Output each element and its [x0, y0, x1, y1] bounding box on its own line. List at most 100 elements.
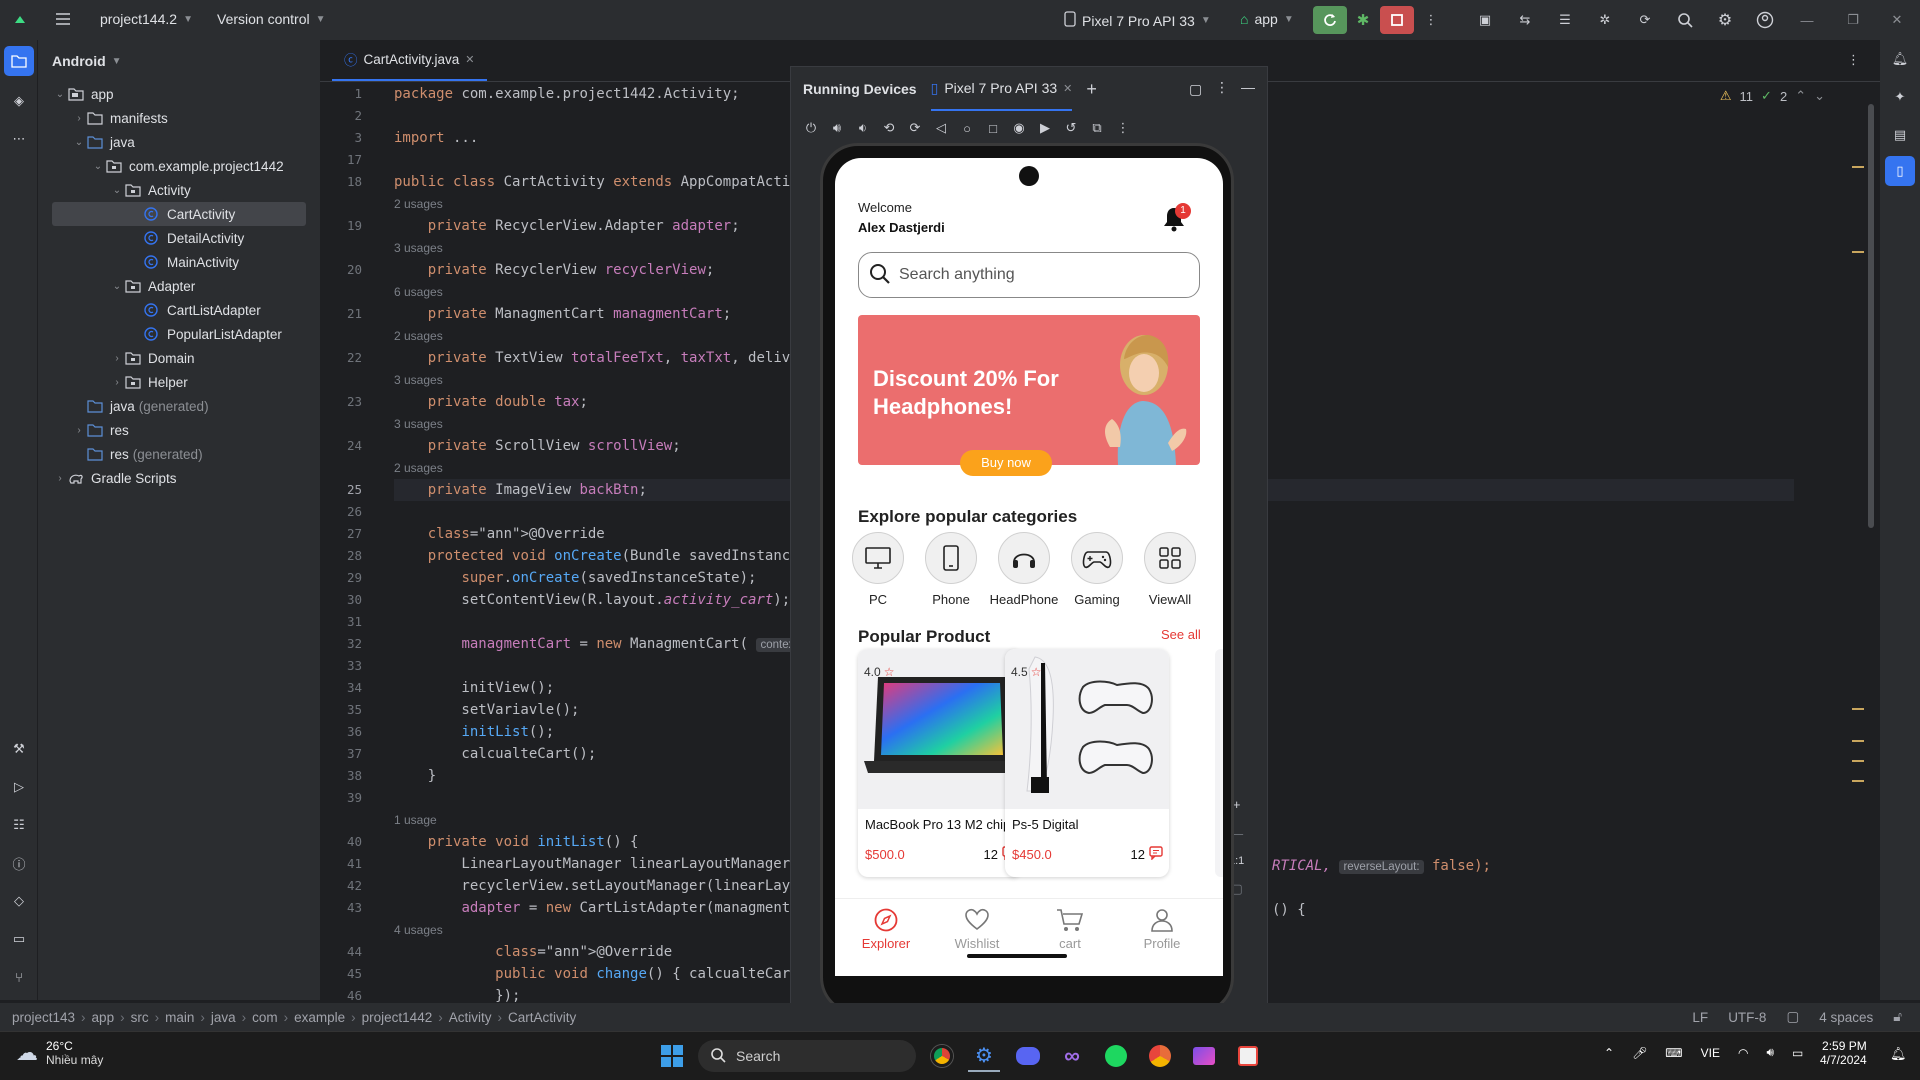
wifi-icon[interactable]: ◠ — [1738, 1046, 1748, 1060]
close-tab-icon[interactable]: ✕ — [465, 53, 474, 66]
indent-widget[interactable]: 4 spaces — [1819, 1010, 1873, 1025]
tree-item[interactable]: CartListAdapter — [38, 298, 320, 322]
media-app[interactable] — [1188, 1040, 1220, 1072]
chevron-down-icon[interactable]: ⌄ — [109, 281, 125, 292]
nav-wishlist[interactable]: Wishlist — [942, 907, 1012, 951]
more-vertical-icon[interactable]: ⋮ — [1115, 120, 1131, 136]
sync-button[interactable]: ⟳ — [1628, 6, 1662, 34]
visual-studio-app[interactable]: ∞ — [1056, 1040, 1088, 1072]
account-button[interactable] — [1748, 6, 1782, 34]
tree-item[interactable]: PopularListAdapter — [38, 322, 320, 346]
logcat-tool-button[interactable]: ☷ — [0, 806, 38, 844]
breadcrumb-item[interactable]: project143 — [12, 1010, 75, 1025]
category-gaming[interactable]: Gaming — [1061, 532, 1133, 607]
tree-item[interactable]: DetailActivity — [38, 226, 320, 250]
services-tool-button[interactable]: ◇ — [0, 882, 38, 920]
tree-item[interactable]: › Gradle Scripts — [38, 466, 320, 490]
chevron-up-icon[interactable]: ⌃ — [1795, 88, 1806, 104]
volume-down-icon[interactable]: 🔉︎ — [855, 120, 871, 136]
screenshot-icon[interactable]: ◉ — [1011, 120, 1027, 136]
run-config-selector[interactable]: ⌂ app ▼ — [1240, 11, 1294, 27]
chevron-down-icon[interactable]: ⌄ — [1814, 88, 1825, 104]
battery-icon[interactable]: ▭ — [1792, 1046, 1803, 1060]
tree-item[interactable]: CartActivity — [52, 202, 306, 226]
tree-item[interactable]: ⌄ app — [38, 82, 320, 106]
close-window-button[interactable]: ✕ — [1880, 6, 1914, 34]
home-icon[interactable]: ○ — [959, 120, 975, 136]
more-actions-button[interactable]: ⋮ — [1414, 6, 1448, 34]
rotate-right-icon[interactable]: ⟳ — [907, 120, 923, 136]
nav-profile[interactable]: Profile — [1127, 907, 1197, 951]
rotate-left-icon[interactable]: ⟲ — [881, 120, 897, 136]
app-screen[interactable]: Welcome Alex Dastjerdi 1 Discount 20% Fo… — [835, 158, 1223, 976]
notifications-button[interactable]: 🔔︎ — [1880, 40, 1920, 78]
encoding-widget[interactable]: UTF-8 — [1728, 1010, 1766, 1025]
power-icon[interactable]: ⏻ — [803, 120, 819, 136]
breadcrumb-item[interactable]: CartActivity — [508, 1010, 576, 1025]
breadcrumb-item[interactable]: main — [165, 1010, 194, 1025]
window-mode-icon[interactable]: ▢ — [1189, 81, 1202, 98]
taskbar-search[interactable]: Search — [698, 1040, 916, 1072]
product-card[interactable]: 4.0 ☆ MacBook Pro 13 M2 chip $500.0 12 — [858, 649, 1022, 877]
more-tools-button[interactable]: ⋯ — [0, 120, 38, 158]
chevron-down-icon[interactable]: ⌄ — [52, 89, 68, 100]
project-tool-button[interactable] — [4, 46, 34, 76]
breadcrumb-item[interactable]: src — [131, 1010, 149, 1025]
nav-cart[interactable]: cart — [1035, 907, 1105, 951]
breadcrumb-item[interactable]: Activity — [449, 1010, 492, 1025]
promo-banner[interactable]: Discount 20% For Headphones! — [858, 315, 1200, 465]
chevron-right-icon[interactable]: › — [52, 473, 68, 484]
tree-item[interactable]: › res — [38, 418, 320, 442]
tab-cart-activity[interactable]: ⓒ CartActivity.java ✕ — [332, 39, 487, 81]
gemini-button[interactable]: ✦ — [1880, 78, 1920, 116]
tree-item[interactable]: ⌄ com.example.project1442 — [38, 154, 320, 178]
category-pc[interactable]: PC — [842, 532, 914, 607]
category-viewall[interactable]: ViewAll — [1134, 532, 1206, 607]
chrome-dev-app[interactable] — [1144, 1040, 1176, 1072]
layout-button[interactable]: ☰ — [1548, 6, 1582, 34]
tree-item[interactable]: ⌄ Adapter — [38, 274, 320, 298]
rerun-button[interactable] — [1313, 6, 1347, 34]
volume-up-icon[interactable]: 🔊︎ — [829, 120, 845, 136]
add-device-icon[interactable]: + — [1086, 79, 1097, 100]
close-tab-icon[interactable]: ✕ — [1063, 82, 1072, 95]
git-tool-button[interactable]: ⑂ — [0, 958, 38, 996]
chrome-app[interactable] — [926, 1040, 958, 1072]
breadcrumb-item[interactable]: com — [252, 1010, 278, 1025]
snapshot-icon[interactable]: ↺ — [1063, 120, 1079, 136]
project-view-selector[interactable]: Android ▼ — [38, 40, 320, 82]
see-all-link[interactable]: See all — [1161, 627, 1201, 642]
spotify-app[interactable] — [1100, 1040, 1132, 1072]
breadcrumb-item[interactable]: java — [211, 1010, 236, 1025]
resource-manager-button[interactable]: ◈ — [0, 82, 38, 120]
minimize-panel-icon[interactable]: — — [1241, 79, 1255, 95]
readonly-toggle-icon[interactable]: ▢ — [1786, 1009, 1799, 1025]
search-bar[interactable] — [858, 252, 1200, 298]
settings-button[interactable]: ⚙ — [1708, 6, 1742, 34]
back-icon[interactable]: ◁ — [933, 120, 949, 136]
gesture-home-bar[interactable] — [967, 954, 1067, 958]
build-tool-button[interactable]: ⚒ — [0, 730, 38, 768]
chevron-up-icon[interactable]: ⌃ — [1604, 1046, 1614, 1060]
tree-item[interactable]: › manifests — [38, 106, 320, 130]
chevron-down-icon[interactable]: ⌄ — [90, 161, 106, 172]
device-selector[interactable]: Pixel 7 Pro API 33 ▼ — [1064, 11, 1211, 30]
breadcrumb-item[interactable]: app — [92, 1010, 115, 1025]
vcs-selector[interactable]: Version control ▼ — [217, 11, 326, 27]
android-studio-app[interactable]: ⚙ — [968, 1040, 1000, 1072]
chevron-down-icon[interactable]: ⌄ — [71, 137, 87, 148]
clock[interactable]: 2:59 PM 4/7/2024 — [1820, 1039, 1867, 1067]
tree-item[interactable]: res (generated) — [38, 442, 320, 466]
tree-item[interactable]: ⌄ java — [38, 130, 320, 154]
more-vertical-icon[interactable]: ⋮ — [1215, 79, 1229, 96]
product-card[interactable]: 4.5 ☆ Ps-5 Digital $450.0 12 — [1005, 649, 1169, 877]
maximize-button[interactable]: ❐ — [1836, 6, 1870, 34]
microphone-icon[interactable]: 🎤︎ — [1632, 1046, 1647, 1060]
tree-item[interactable]: › Domain — [38, 346, 320, 370]
plugins-button[interactable]: ✲ — [1588, 6, 1622, 34]
discord-app[interactable] — [1012, 1040, 1044, 1072]
project-selector[interactable]: project144.2 ▼ — [100, 11, 193, 27]
tab-device[interactable]: ▯ Pixel 7 Pro API 33 ✕ — [930, 67, 1073, 111]
notification-center-button[interactable]: 🔔︎ — [1890, 1046, 1907, 1062]
device-explorer-button[interactable]: ▤ — [1880, 116, 1920, 154]
